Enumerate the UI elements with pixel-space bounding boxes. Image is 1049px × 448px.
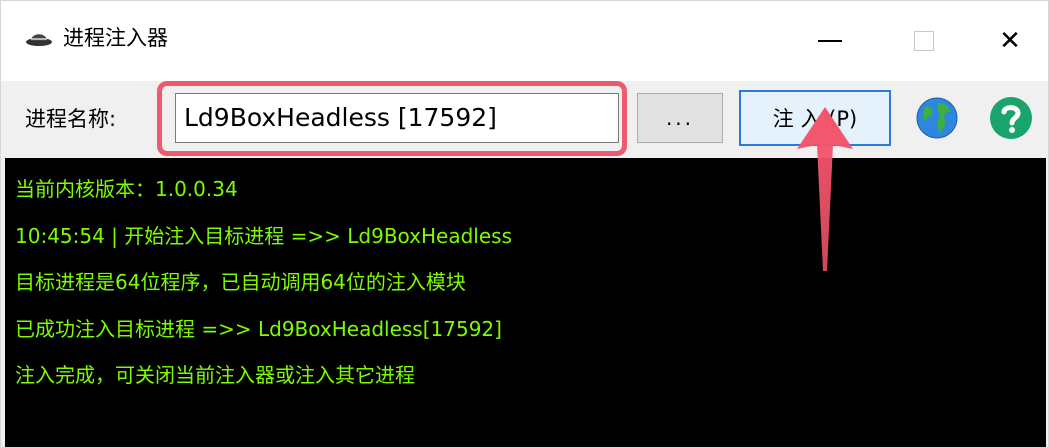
process-name-label: 进程名称: — [25, 107, 117, 131]
close-button[interactable]: ✕ — [963, 1, 1049, 81]
maximize-button[interactable] — [877, 1, 971, 81]
help-icon[interactable] — [989, 96, 1033, 140]
maximize-icon — [914, 31, 934, 51]
browse-process-button[interactable]: ... — [637, 93, 723, 143]
window-title: 进程注入器 — [63, 26, 168, 50]
console-line: 10:45:54 | 开始注入目标进程 =>> Ld9BoxHeadless — [15, 224, 513, 248]
close-icon: ✕ — [999, 26, 1021, 56]
console-output: 当前内核版本：1.0.0.34 10:45:54 | 开始注入目标进程 =>> … — [5, 158, 1046, 447]
console-line: 目标进程是64位程序，已自动调用64位的注入模块 — [15, 270, 466, 294]
injector-window: 进程注入器 ✕ 进程名称: Ld9BoxHeadless [17592] ...… — [0, 0, 1049, 448]
globe-icon[interactable] — [916, 97, 958, 139]
minimize-icon — [818, 40, 842, 42]
console-line: 当前内核版本：1.0.0.34 — [15, 177, 238, 201]
toolbar: 进程名称: Ld9BoxHeadless [17592] ... 注 入 (P) — [1, 81, 1048, 158]
hat-icon — [26, 34, 52, 46]
inject-button-label: 注 入 (P) — [772, 107, 858, 131]
process-name-input[interactable]: Ld9BoxHeadless [17592] — [175, 93, 619, 143]
minimize-button[interactable] — [783, 1, 877, 81]
console-line: 注入完成，可关闭当前注入器或注入其它进程 — [15, 363, 415, 387]
inject-button[interactable]: 注 入 (P) — [739, 90, 891, 146]
title-bar[interactable]: 进程注入器 ✕ — [1, 1, 1048, 81]
console-line: 已成功注入目标进程 =>> Ld9BoxHeadless[17592] — [15, 317, 502, 341]
